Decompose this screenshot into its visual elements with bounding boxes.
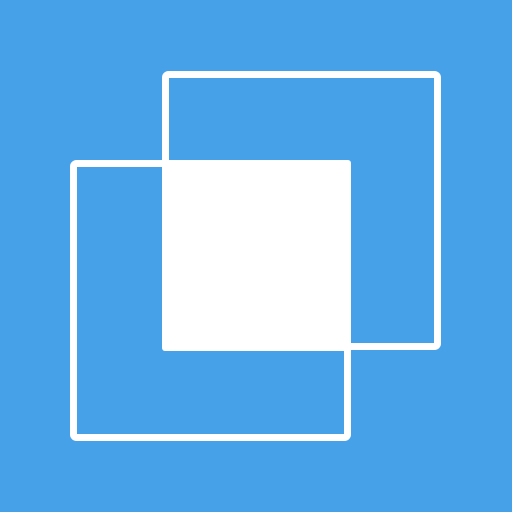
overlap-filled-square (162, 160, 351, 351)
app-icon-canvas (0, 0, 512, 512)
overlapping-squares-icon (0, 0, 512, 512)
